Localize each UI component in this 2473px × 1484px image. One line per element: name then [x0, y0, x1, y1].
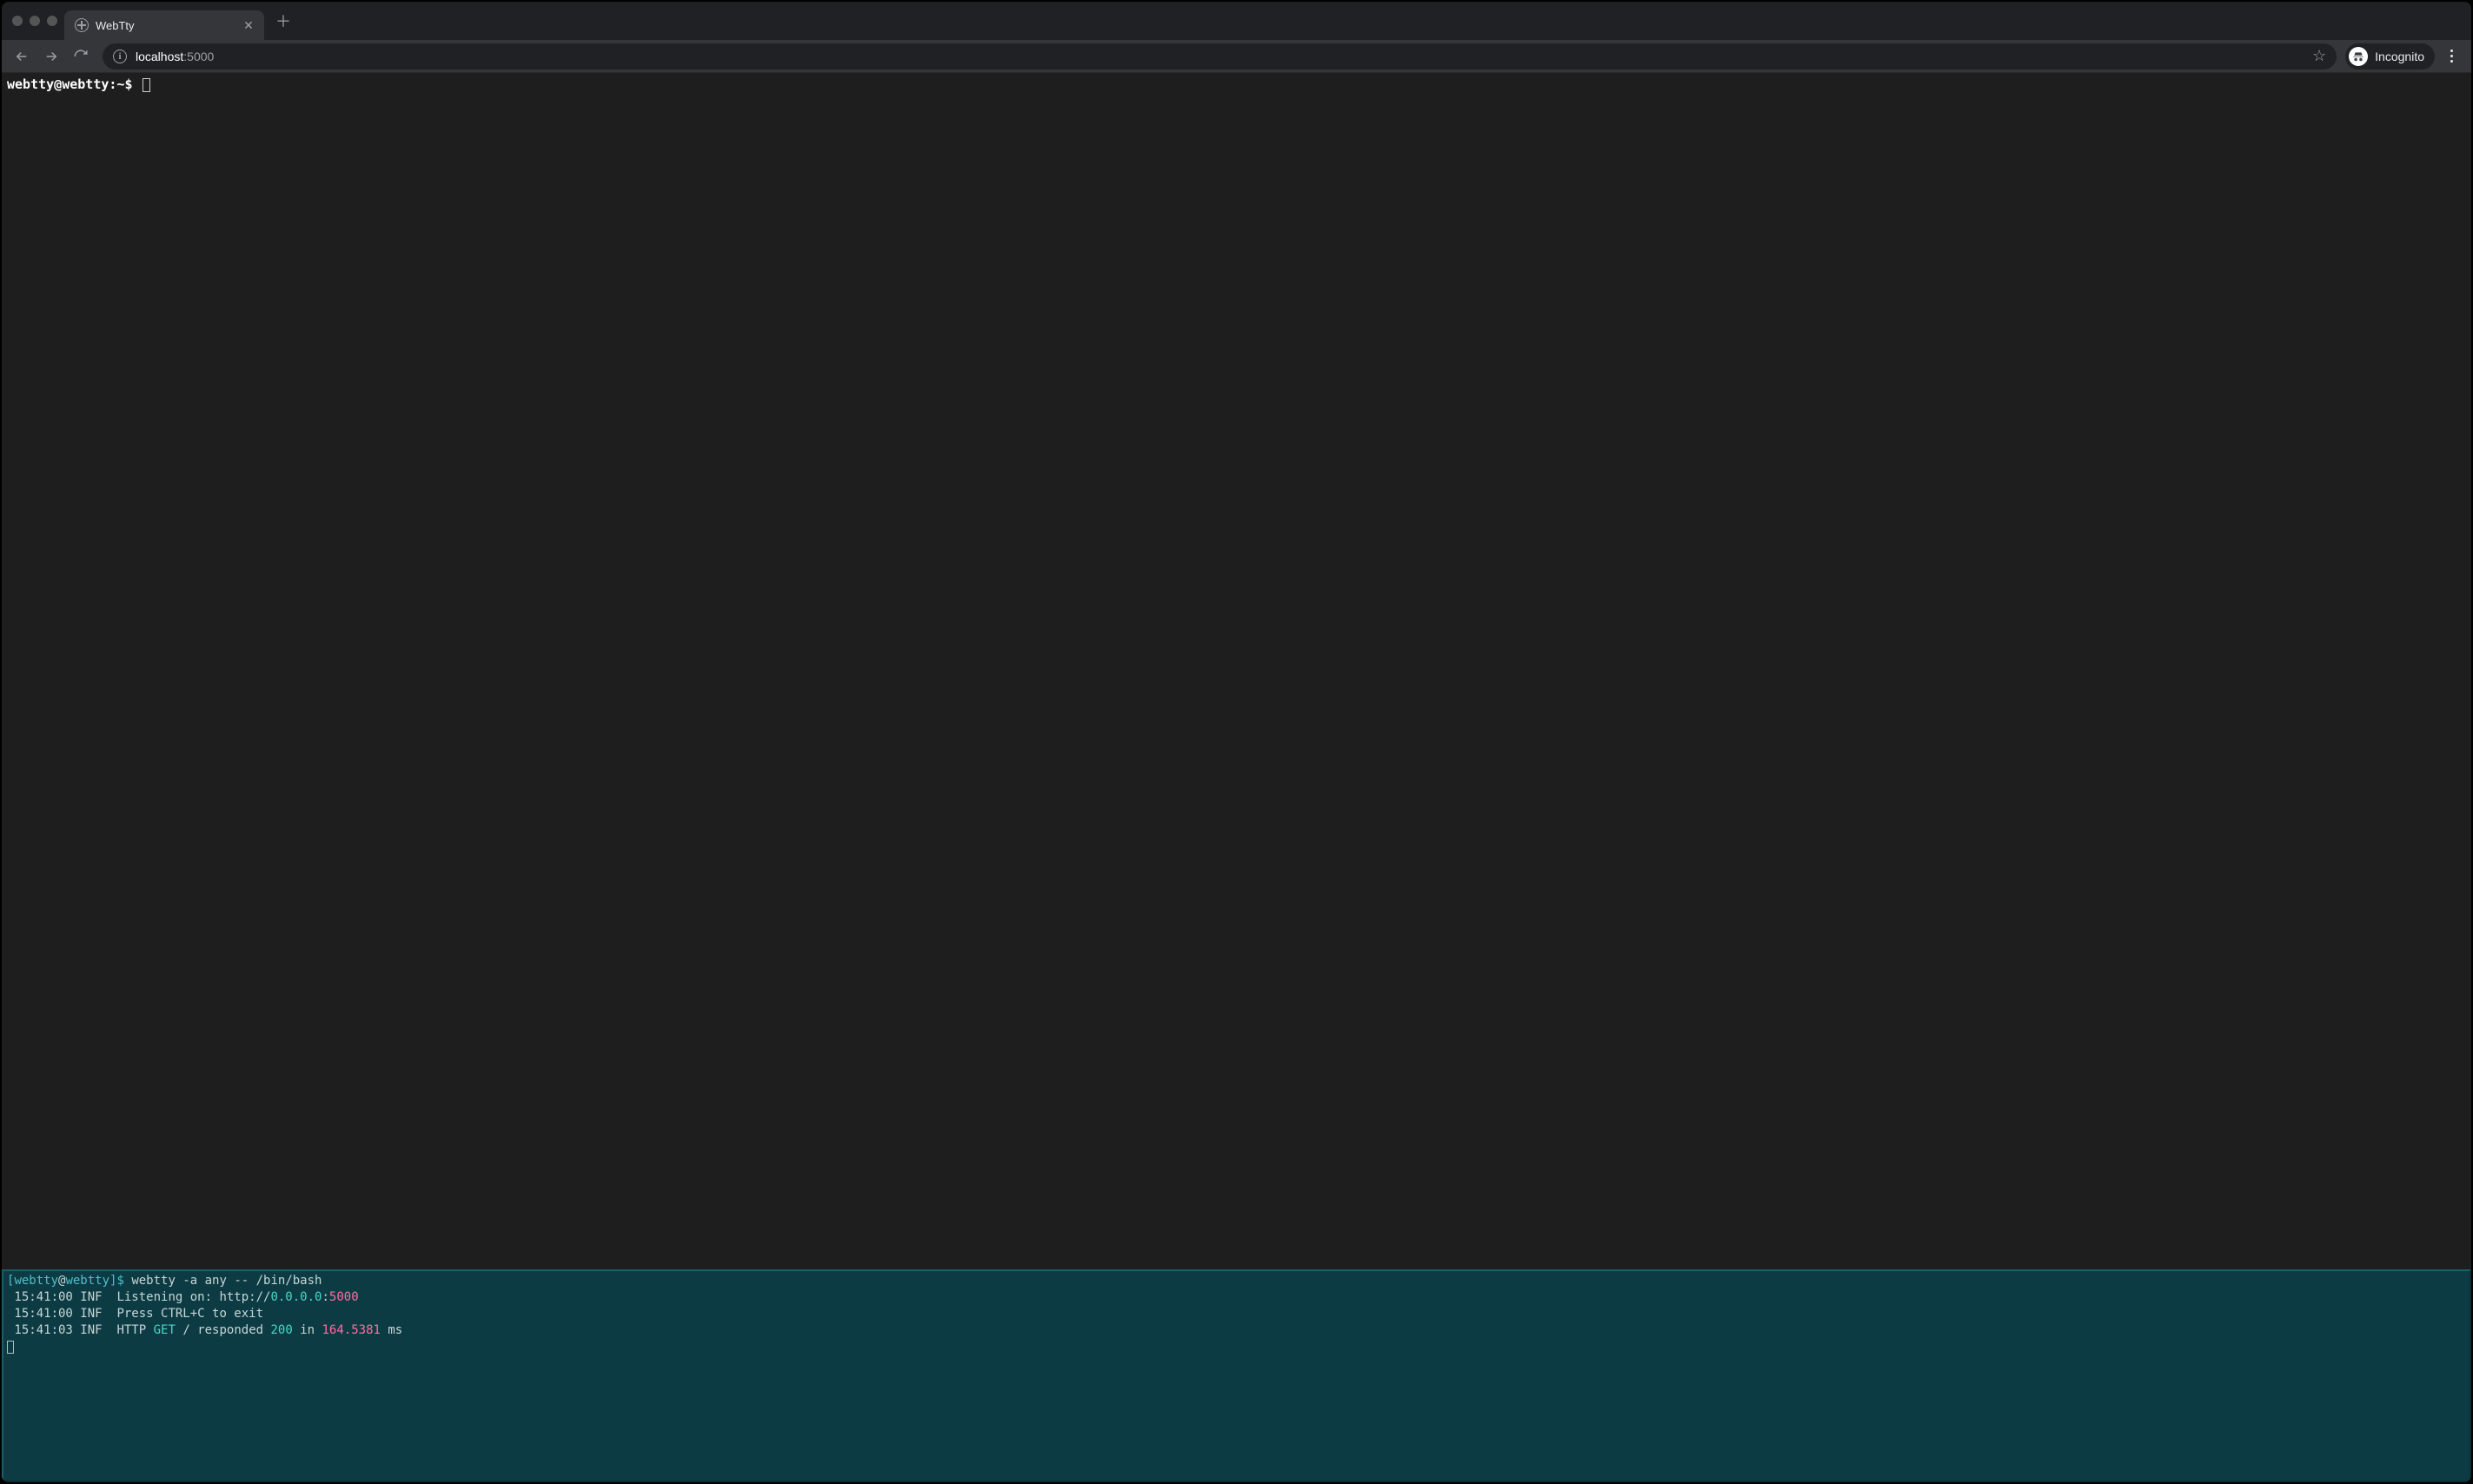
url-port: :5000 — [183, 50, 214, 63]
window-zoom[interactable] — [47, 16, 57, 26]
browser-toolbar: i localhost:5000 ☆ Incognito — [2, 40, 2471, 73]
log-text-2: Press CTRL+C to exit — [116, 1307, 263, 1321]
url-host: localhost — [136, 50, 183, 63]
server-cursor — [7, 1341, 14, 1354]
incognito-indicator[interactable]: Incognito — [2345, 43, 2435, 70]
webtty-terminal[interactable]: webtty@webtty:~$ — [2, 73, 2471, 1269]
log-status: 200 — [270, 1323, 292, 1337]
window-close[interactable] — [12, 16, 23, 26]
log-colon: : — [322, 1290, 328, 1304]
site-info-icon[interactable]: i — [113, 50, 127, 63]
tab-strip: WebTty ✕ ＋ — [2, 2, 2471, 40]
log-port: 5000 — [329, 1290, 359, 1304]
url-text: localhost:5000 — [136, 50, 214, 63]
log-http: HTTP — [116, 1323, 153, 1337]
log-ms-unit: ms — [381, 1323, 402, 1337]
back-button[interactable] — [9, 43, 35, 70]
log-path: / — [176, 1323, 197, 1337]
incognito-label: Incognito — [2375, 50, 2424, 63]
terminal-prompt: webtty@webtty:~$ — [7, 76, 133, 92]
forward-button[interactable] — [38, 43, 64, 70]
incognito-icon — [2349, 47, 2368, 66]
log-duration: 164.5381 — [322, 1323, 381, 1337]
log-time-2: 15:41:00 INF — [7, 1307, 116, 1321]
log-time-1: 15:41:00 INF — [7, 1290, 116, 1304]
browser-tab[interactable]: WebTty ✕ — [64, 10, 264, 40]
reload-button[interactable] — [68, 43, 94, 70]
close-tab-button[interactable]: ✕ — [242, 18, 255, 32]
window-controls — [9, 16, 64, 26]
log-text-1: Listening on: http:// — [116, 1290, 270, 1304]
server-prompt-user: webtty — [14, 1274, 58, 1288]
log-responded: responded — [197, 1323, 270, 1337]
server-command: webtty -a any -- /bin/bash — [124, 1274, 322, 1288]
log-in: in — [293, 1323, 322, 1337]
browser-menu-button[interactable] — [2438, 43, 2464, 70]
log-get: GET — [154, 1323, 176, 1337]
window-minimize[interactable] — [30, 16, 40, 26]
log-ip: 0.0.0.0 — [270, 1290, 322, 1304]
kebab-icon — [2450, 50, 2453, 63]
server-prompt-close: ]$ — [109, 1274, 124, 1288]
globe-icon — [75, 18, 89, 32]
log-time-3: 15:41:03 INF — [7, 1323, 116, 1337]
tab-title: WebTty — [96, 19, 235, 32]
browser-window: WebTty ✕ ＋ i localhost:5000 ☆ Incognito — [0, 0, 2473, 1484]
address-bar[interactable]: i localhost:5000 ☆ — [103, 43, 2337, 70]
page-content: webtty@webtty:~$ [webtty@webtty]$ webtty… — [2, 73, 2471, 1482]
terminal-cursor — [143, 78, 150, 92]
server-log-terminal[interactable]: [webtty@webtty]$ webtty -a any -- /bin/b… — [2, 1269, 2471, 1482]
server-prompt-host: webtty — [65, 1274, 109, 1288]
new-tab-button[interactable]: ＋ — [271, 9, 295, 33]
bookmark-star-icon[interactable]: ☆ — [2312, 47, 2326, 65]
